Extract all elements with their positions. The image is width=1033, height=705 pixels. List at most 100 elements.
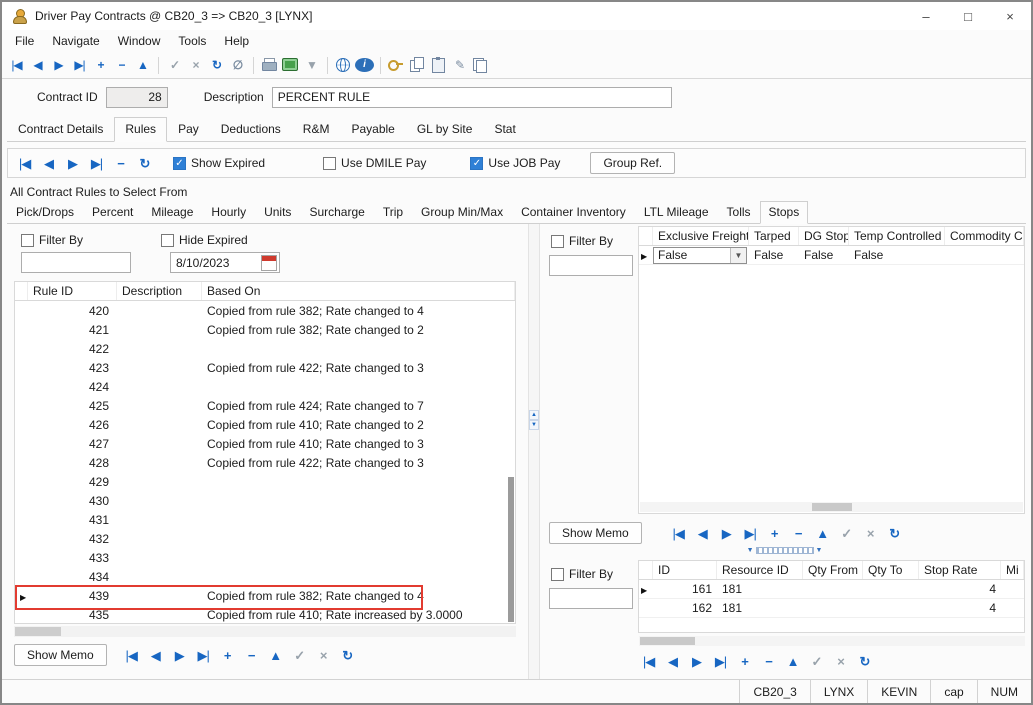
nav-first-icon[interactable]: |◀ [7,56,26,75]
clipboard-icon[interactable] [429,56,448,75]
nav-first-icon[interactable]: |◀ [121,645,142,665]
nav-next-icon[interactable]: ▶ [686,651,707,671]
nav-remove-icon[interactable]: − [241,645,262,665]
column-header-qty-to[interactable]: Qty To [863,561,919,579]
nav-up-icon[interactable]: ▲ [782,651,803,671]
nav-refresh-icon[interactable]: ↻ [134,153,155,173]
menu-file[interactable]: File [6,32,43,50]
rule-tab-trip[interactable]: Trip [374,201,412,223]
nav-first-icon[interactable]: |◀ [14,153,35,173]
horizontal-splitter[interactable]: ▼ ▼ [543,544,1026,557]
nav-prev-icon[interactable]: ◀ [145,645,166,665]
maximize-button-icon[interactable]: □ [947,2,989,30]
nav-add-icon[interactable]: + [217,645,238,665]
key-icon[interactable] [387,56,406,75]
rule-tab-mileage[interactable]: Mileage [142,201,202,223]
horizontal-splitter-grip[interactable]: ▼ ▼ [745,546,825,556]
nav-add-icon[interactable]: + [764,523,785,543]
copy-icon[interactable] [408,56,427,75]
nav-add-icon[interactable]: + [734,651,755,671]
exclusive-freight-combobox[interactable]: False▼ [653,247,747,264]
column-header-rule-id[interactable]: Rule ID [28,282,117,300]
nav-prev-icon[interactable]: ◀ [38,153,59,173]
nav-remove-icon[interactable]: − [110,153,131,173]
nav-up-icon[interactable]: ▲ [812,523,833,543]
nav-dropdown-icon[interactable]: ▼ [302,56,321,75]
rule-tab-tolls[interactable]: Tolls [718,201,760,223]
rule-row[interactable]: 434 [15,567,515,586]
rules-grid-hscrollbar[interactable] [14,626,516,637]
right-show-memo-button[interactable]: Show Memo [549,522,642,544]
stop-rate-row[interactable]: ▶1611814 [639,580,1024,599]
nav-cancel-icon[interactable]: × [186,56,205,75]
nav-next-icon[interactable]: ▶ [62,153,83,173]
nav-next-icon[interactable]: ▶ [49,56,68,75]
minimize-button-icon[interactable]: – [905,2,947,30]
hscroll-thumb[interactable] [812,503,852,511]
close-button-icon[interactable]: × [989,2,1031,30]
splitter-collapse-icon[interactable]: ▼ [745,547,756,554]
nav-remove-icon[interactable]: − [758,651,779,671]
stop-rate-row[interactable]: 1621814 [639,599,1024,618]
left-show-memo-button[interactable]: Show Memo [14,644,107,666]
nav-cancel-icon[interactable]: × [830,651,851,671]
use-job-pay-checkbox[interactable]: ✓ Use JOB Pay [470,156,560,170]
nav-prev-icon[interactable]: ◀ [662,651,683,671]
tab-r-m[interactable]: R&M [292,117,341,141]
tab-stat[interactable]: Stat [483,117,526,141]
nav-ok-icon[interactable]: ✓ [165,56,184,75]
stop-rates-hscrollbar[interactable] [639,636,1025,646]
rule-row[interactable]: 422 [15,339,515,358]
rule-row[interactable]: 424 [15,377,515,396]
column-header-tarped[interactable]: Tarped [749,227,799,245]
left-filter-input[interactable] [21,252,131,273]
globe-icon[interactable] [334,56,353,75]
vertical-splitter[interactable]: ▲ ▼ [528,224,540,679]
printer-icon[interactable] [260,56,279,75]
expiry-date-field[interactable]: 8/10/2023 [170,252,280,273]
column-header-resource-id[interactable]: Resource ID [717,561,803,579]
monitor-icon[interactable] [281,56,300,75]
column-header-mi[interactable]: Mi [1001,561,1024,579]
rule-row[interactable]: 427Copied from rule 410; Rate changed to… [15,434,515,453]
nav-edit-icon[interactable]: ✎ [450,56,469,75]
rule-row[interactable]: 423Copied from rule 422; Rate changed to… [15,358,515,377]
contract-id-field[interactable]: 28 [106,87,168,108]
pages-icon[interactable] [471,56,490,75]
splitter-up-icon[interactable]: ▲ [529,410,539,420]
nav-last-icon[interactable]: ▶| [86,153,107,173]
rule-tab-group-min-max[interactable]: Group Min/Max [412,201,512,223]
nav-last-icon[interactable]: ▶| [740,523,761,543]
right-top-filter-by-checkbox[interactable]: Filter By [551,234,613,248]
info-icon[interactable]: i [355,58,374,72]
rule-tab-container-inventory[interactable]: Container Inventory [512,201,635,223]
rules-grid-vscrollbar[interactable] [508,477,514,622]
nav-eyeoff-icon[interactable]: ∅ [228,56,247,75]
rule-row[interactable]: 432 [15,529,515,548]
rule-tab-percent[interactable]: Percent [83,201,142,223]
column-header-dg-stop[interactable]: DG Stop [799,227,849,245]
nav-remove-icon[interactable]: − [788,523,809,543]
description-field[interactable]: PERCENT RULE [272,87,672,108]
column-header-exclusive-freight[interactable]: Exclusive Freight [653,227,749,245]
stop-attribute-row[interactable]: ▶False▼FalseFalseFalse [639,246,1024,265]
rule-tab-stops[interactable]: Stops [760,201,809,224]
nav-next-icon[interactable]: ▶ [169,645,190,665]
right-bottom-filter-input[interactable] [549,588,633,609]
column-header-stop-rate[interactable]: Stop Rate [919,561,1001,579]
nav-next-icon[interactable]: ▶ [716,523,737,543]
nav-up-icon[interactable]: ▲ [133,56,152,75]
right-top-filter-input[interactable] [549,255,633,276]
nav-remove-icon[interactable]: − [112,56,131,75]
column-header-temp-controlled[interactable]: Temp Controlled [849,227,945,245]
rule-row[interactable]: 429 [15,472,515,491]
splitter-expand-icon[interactable]: ▼ [814,547,825,554]
tab-rules[interactable]: Rules [114,117,167,142]
column-header-qty-from[interactable]: Qty From [803,561,863,579]
nav-ok-icon[interactable]: ✓ [806,651,827,671]
group-ref-button[interactable]: Group Ref. [590,152,675,174]
nav-refresh-icon[interactable]: ↻ [884,523,905,543]
show-expired-checkbox[interactable]: ✓ Show Expired [173,156,265,170]
tab-pay[interactable]: Pay [167,117,210,141]
rule-tab-units[interactable]: Units [255,201,300,223]
